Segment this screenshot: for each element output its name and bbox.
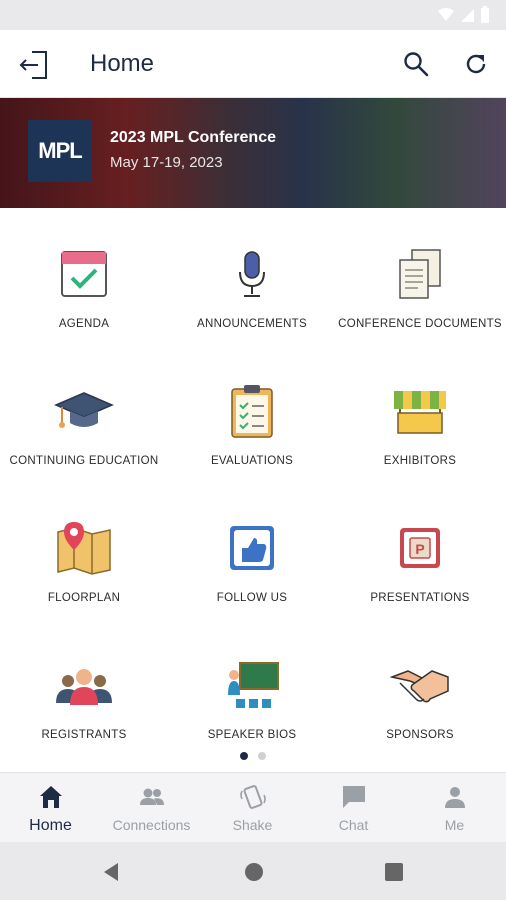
tile-label: EXHIBITORS (383, 455, 457, 467)
tile-follow-us[interactable]: FOLLOW US (168, 482, 336, 618)
tile-label: AGENDA (58, 318, 110, 330)
microphone-icon (239, 251, 265, 297)
event-name: 2023 MPL Conference (110, 129, 276, 146)
feature-grid: AGENDA ANNOUNCEMENTS CONFERENCE DOCUMENT… (0, 208, 506, 768)
nav-home[interactable]: Home (0, 773, 101, 843)
tile-label: FLOORPLAN (47, 592, 121, 604)
tile-continuing-education[interactable]: CONTINUING EDUCATION (0, 345, 168, 481)
calendar-check-icon (61, 251, 107, 297)
status-icons (438, 6, 490, 24)
people-group-icon (56, 669, 112, 705)
tile-label: FOLLOW US (216, 592, 288, 604)
tile-label: REGISTRANTS (41, 729, 127, 741)
tile-registrants[interactable]: REGISTRANTS (0, 619, 168, 755)
thumbs-up-icon (230, 526, 274, 570)
page-indicator (0, 752, 506, 760)
search-icon[interactable] (402, 50, 430, 78)
presentation-p-icon: P (400, 528, 440, 568)
nav-chat[interactable]: Chat (303, 773, 404, 843)
nav-label: Home (29, 817, 72, 834)
home-circle-icon[interactable] (242, 860, 266, 884)
speaker-board-icon (228, 662, 279, 708)
battery-icon (481, 6, 489, 23)
tile-conference-documents[interactable]: CONFERENCE DOCUMENTS (336, 208, 504, 344)
event-dates: May 17-19, 2023 (110, 154, 223, 171)
nav-me[interactable]: Me (404, 773, 505, 843)
shake-phone-icon (239, 785, 266, 809)
nav-connections[interactable]: Connections (101, 773, 202, 843)
page-title: Home (90, 50, 155, 77)
tile-floorplan[interactable]: FLOORPLAN (0, 482, 168, 618)
event-banner[interactable]: MPL 2023 MPL Conference May 17-19, 2023 (0, 98, 506, 208)
tile-label: CONTINUING EDUCATION (9, 455, 159, 467)
svg-text:P: P (415, 541, 424, 557)
page-dot-active[interactable] (240, 752, 248, 760)
page-dot[interactable] (258, 752, 266, 760)
recents-square-icon[interactable] (382, 860, 406, 884)
nav-label: Chat (338, 817, 369, 833)
tile-label: ANNOUNCEMENTS (197, 318, 307, 330)
tile-label: EVALUATIONS (210, 455, 294, 467)
tile-exhibitors[interactable]: EXHIBITORS (336, 345, 504, 481)
bottom-nav: Home Connections Shake Chat Me (0, 772, 506, 842)
back-triangle-icon[interactable] (100, 860, 124, 884)
nav-label: Shake (232, 817, 273, 833)
event-logo: MPL (28, 120, 92, 182)
tile-label: SPONSORS (386, 729, 454, 741)
booth-awning-icon (394, 391, 446, 434)
system-nav-bar (0, 842, 506, 900)
chat-bubble-icon (342, 786, 365, 808)
tile-agenda[interactable]: AGENDA (0, 208, 168, 344)
handshake-icon (390, 670, 449, 703)
tile-speaker-bios[interactable]: SPEAKER BIOS (168, 619, 336, 755)
tile-evaluations[interactable]: EVALUATIONS (168, 345, 336, 481)
tile-presentations[interactable]: P PRESENTATIONS (336, 482, 504, 618)
map-pin-icon (57, 522, 111, 575)
graduation-cap-icon (54, 392, 114, 428)
tile-label: SPEAKER BIOS (207, 729, 297, 741)
exit-icon[interactable] (18, 48, 52, 82)
documents-icon (399, 249, 441, 299)
home-icon (39, 786, 62, 808)
tile-sponsors[interactable]: SPONSORS (336, 619, 504, 755)
tile-announcements[interactable]: ANNOUNCEMENTS (168, 208, 336, 344)
tile-label: PRESENTATIONS (370, 592, 470, 604)
nav-shake[interactable]: Shake (202, 773, 303, 843)
status-bar (0, 0, 506, 30)
person-icon (444, 787, 465, 808)
nav-label: Me (444, 817, 465, 833)
refresh-icon[interactable] (462, 50, 490, 78)
people-icon (139, 788, 164, 805)
clipboard-checklist-icon (231, 385, 273, 438)
app-bar: Home (0, 30, 506, 98)
signal-icon (461, 9, 474, 22)
tile-label: CONFERENCE DOCUMENTS (338, 318, 502, 330)
wifi-icon (438, 8, 454, 21)
nav-label: Connections (112, 817, 191, 833)
